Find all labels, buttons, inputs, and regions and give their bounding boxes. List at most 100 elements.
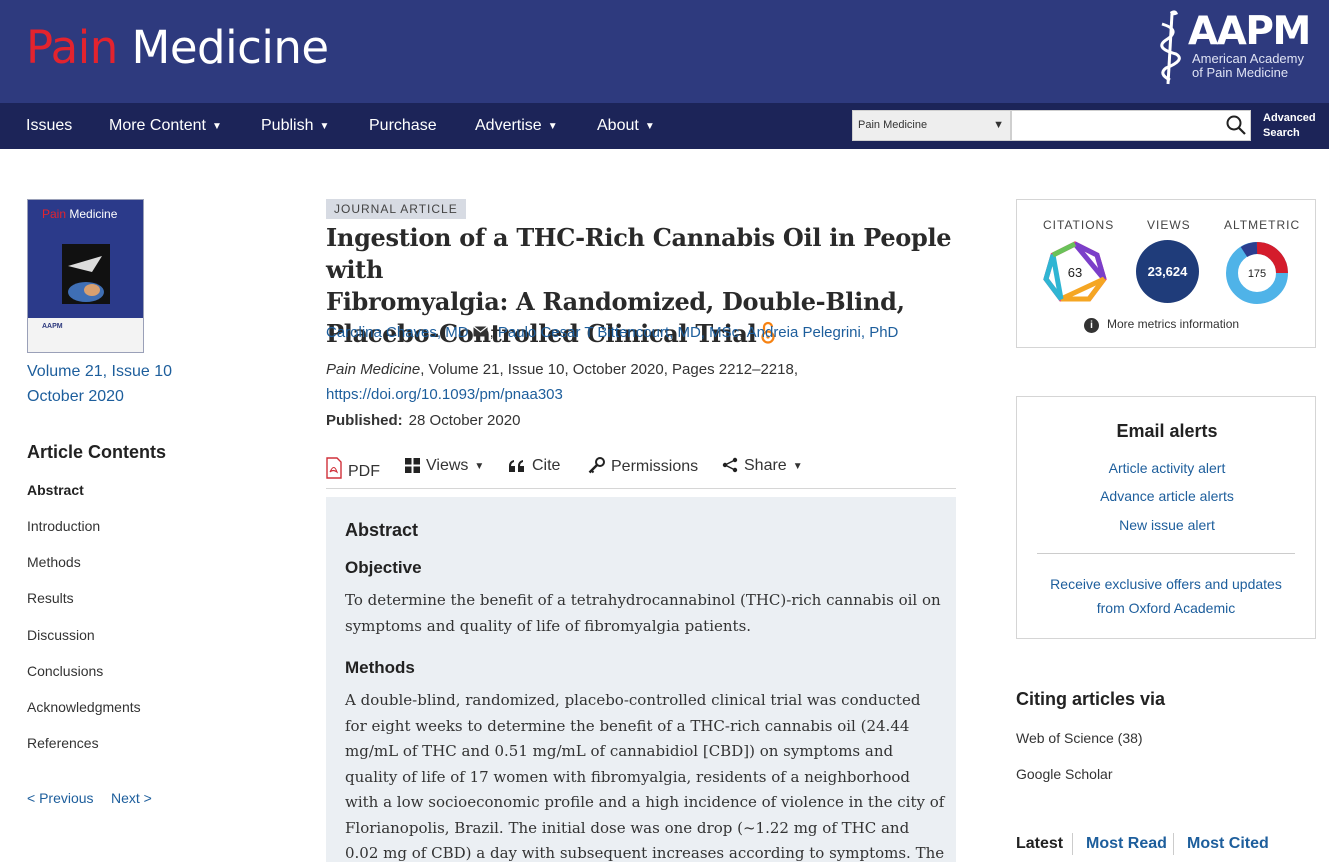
abstract-heading: Abstract (345, 520, 419, 540)
dimensions-badge-icon[interactable]: 63 (1042, 241, 1108, 305)
nav-publish[interactable]: Publish ▼ (261, 103, 329, 149)
issue-volume-link[interactable]: Volume 21, Issue 10 (27, 363, 172, 381)
search-input[interactable] (1011, 110, 1251, 141)
permissions-button[interactable]: Permissions (588, 457, 698, 476)
nav-about[interactable]: About ▼ (597, 103, 655, 149)
citation-line: Pain Medicine, Volume 21, Issue 10, Octo… (326, 361, 798, 378)
aapm-logo[interactable]: AAPM American Academy of Pain Medicine (1156, 8, 1318, 88)
next-article-link[interactable]: Next > (111, 790, 152, 806)
article-title-line1: Ingestion of a THC-Rich Cannabis Oil in … (326, 223, 952, 284)
cite-button[interactable]: Cite (508, 457, 560, 475)
more-metrics-link[interactable]: i More metrics information (1084, 317, 1239, 333)
cover-title-red: Pain (42, 207, 67, 221)
journal-name: Pain Medicine (326, 361, 421, 378)
abstract-section: Abstract Objective To determine the bene… (326, 497, 956, 862)
published-value: 28 October 2020 (408, 412, 521, 429)
issue-cover-image[interactable]: Pain Medicine AAPM (27, 199, 144, 353)
aapm-letters: AAPM (1188, 9, 1311, 54)
views-value[interactable]: 23,624 (1136, 240, 1199, 303)
cover-artwork (62, 244, 110, 304)
nav-issues-label: Issues (26, 117, 73, 134)
search-scope-value: Pain Medicine (858, 119, 928, 131)
toc-methods[interactable]: Methods (27, 554, 81, 570)
nav-purchase-label: Purchase (369, 117, 437, 134)
aapm-name: American Academy of Pain Medicine (1192, 52, 1304, 80)
nav-advertise[interactable]: Advertise ▼ (475, 103, 558, 149)
author-separator: , (489, 324, 498, 341)
tab-most-read[interactable]: Most Read (1086, 835, 1167, 853)
caret-down-icon: ▼ (792, 461, 803, 472)
cover-title: Pain Medicine (42, 207, 117, 221)
author-link[interactable]: Andreia Pelegrini, PhD (747, 324, 899, 341)
envelope-icon[interactable] (472, 326, 488, 337)
article-type-badge: JOURNAL ARTICLE (326, 199, 466, 219)
methods-heading: Methods (345, 658, 415, 677)
more-metrics-label: More metrics information (1107, 317, 1240, 331)
toc-discussion[interactable]: Discussion (27, 627, 95, 643)
google-scholar-link[interactable]: Google Scholar (1016, 766, 1113, 782)
search-scope-select[interactable]: Pain Medicine ▼ (852, 110, 1011, 141)
nav-advertise-label: Advertise (475, 117, 542, 134)
metrics-panel: CITATIONS 63 VIEWS 23,624 ALTMETRIC 175 … (1016, 199, 1316, 348)
cover-aapm-logo: AAPM (42, 323, 63, 330)
toc-references[interactable]: References (27, 735, 99, 751)
citing-articles-title: Citing articles via (1016, 689, 1166, 709)
staff-of-asclepius-icon (1160, 10, 1181, 85)
toc-results[interactable]: Results (27, 590, 74, 606)
share-dropdown[interactable]: Share ▼ (722, 457, 803, 475)
exclusive-offers-link[interactable]: Receive exclusive offers and updates fro… (1037, 572, 1295, 620)
search-icon[interactable] (1225, 114, 1247, 136)
altmetric-donut-icon[interactable]: 175 (1224, 240, 1290, 306)
share-icon (722, 457, 738, 473)
tab-most-cited[interactable]: Most Cited (1187, 835, 1269, 853)
advance-article-alerts-link[interactable]: Advance article alerts (1017, 488, 1317, 504)
altmetric-label: ALTMETRIC (1224, 218, 1301, 232)
advanced-search-link[interactable]: Advanced Search (1263, 111, 1316, 141)
previous-article-link[interactable]: < Previous (27, 790, 94, 806)
article-activity-alert-link[interactable]: Article activity alert (1017, 460, 1317, 476)
caret-down-icon: ▼ (993, 119, 1004, 131)
web-of-science-link[interactable]: Web of Science (38) (1016, 730, 1143, 746)
divider (1037, 553, 1295, 554)
caret-down-icon: ▼ (644, 121, 655, 132)
altmetric-value: 175 (1248, 268, 1266, 280)
nav-publish-label: Publish (261, 117, 314, 134)
nav-issues[interactable]: Issues (26, 103, 72, 149)
article-toolbar: PDF Views ▼ Cite Permissions Share ▼ (326, 452, 956, 489)
email-alerts-panel: Email alerts Article activity alert Adva… (1016, 396, 1316, 639)
issue-date-link[interactable]: October 2020 (27, 388, 124, 406)
pdf-button[interactable]: PDF (326, 457, 380, 481)
toc-introduction[interactable]: Introduction (27, 518, 100, 534)
published-date: Published: 28 October 2020 (326, 412, 520, 429)
journal-logo[interactable]: Pain Medicine (26, 22, 329, 74)
citations-value: 63 (1068, 265, 1082, 280)
article-title-line2: Fibromyalgia: A Randomized, Double-Blind… (326, 287, 905, 316)
article-contents-title: Article Contents (27, 442, 167, 462)
nav-purchase[interactable]: Purchase (369, 103, 437, 149)
share-label: Share (744, 457, 787, 474)
caret-down-icon: ▼ (547, 121, 558, 132)
author-list: Carolina Chaves, MD, Paulo Cesar T Bitte… (326, 324, 898, 341)
objective-heading: Objective (345, 558, 422, 577)
citations-label: CITATIONS (1043, 218, 1115, 232)
caret-down-icon: ▼ (211, 121, 222, 132)
doi-link[interactable]: https://doi.org/10.1093/pm/pnaa303 (326, 386, 563, 403)
views-dropdown[interactable]: Views ▼ (405, 457, 484, 475)
tab-latest[interactable]: Latest (1016, 835, 1063, 853)
quote-icon (509, 460, 524, 472)
email-alerts-title: Email alerts (1116, 421, 1218, 441)
advanced-search-line2: Search (1263, 127, 1300, 139)
nav-more-content[interactable]: More Content ▼ (109, 103, 222, 149)
author-link[interactable]: Carolina Chaves, MD (326, 324, 469, 341)
cover-artwork-graphic (62, 244, 110, 304)
toc-conclusions[interactable]: Conclusions (27, 663, 103, 679)
masthead: Pain Medicine AAPM American Academy of P… (0, 0, 1329, 103)
key-icon (588, 457, 605, 474)
new-issue-alert-link[interactable]: New issue alert (1017, 517, 1317, 533)
author-link[interactable]: Paulo Cesar T Bittencourt, MD, MSc (498, 324, 739, 341)
toc-abstract[interactable]: Abstract (27, 482, 84, 498)
pdf-label: PDF (348, 463, 380, 480)
toc-acknowledgments[interactable]: Acknowledgments (27, 699, 141, 715)
cover-title-white: Medicine (69, 207, 118, 221)
aapm-name-line1: American Academy (1192, 51, 1304, 66)
